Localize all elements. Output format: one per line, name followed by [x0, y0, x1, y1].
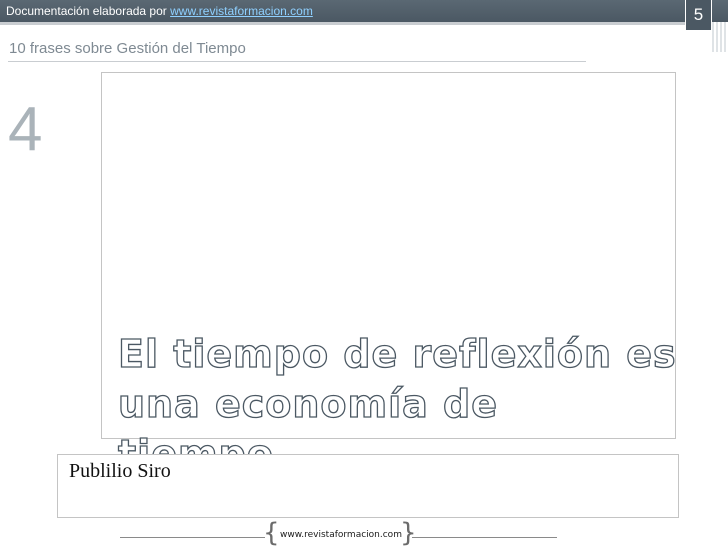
quote-line-1: El tiempo de reflexión es — [117, 331, 677, 376]
slide-number: 5 — [685, 0, 712, 31]
header-divider — [0, 22, 728, 25]
footer-brace-open: { — [263, 518, 280, 548]
subtitle-divider — [8, 61, 586, 62]
decorative-stripes — [712, 22, 728, 52]
quote-number: 4 — [8, 95, 43, 164]
quote-author: Publilio Siro — [69, 460, 171, 482]
footer-brace-close: } — [400, 518, 417, 548]
footer-rule-right — [412, 537, 557, 538]
footer-url[interactable]: www.revistaformacion.com — [280, 530, 402, 540]
header-prefix: Documentación elaborada por — [6, 4, 171, 18]
page-subtitle: 10 frases sobre Gestión del Tiempo — [9, 40, 246, 57]
header-text: Documentación elaborada por www.revistaf… — [6, 4, 313, 18]
header-bar: Documentación elaborada por www.revistaf… — [0, 0, 728, 22]
header-link[interactable]: www.revistaformacion.com — [170, 4, 313, 18]
footer-rule-left — [120, 537, 265, 538]
